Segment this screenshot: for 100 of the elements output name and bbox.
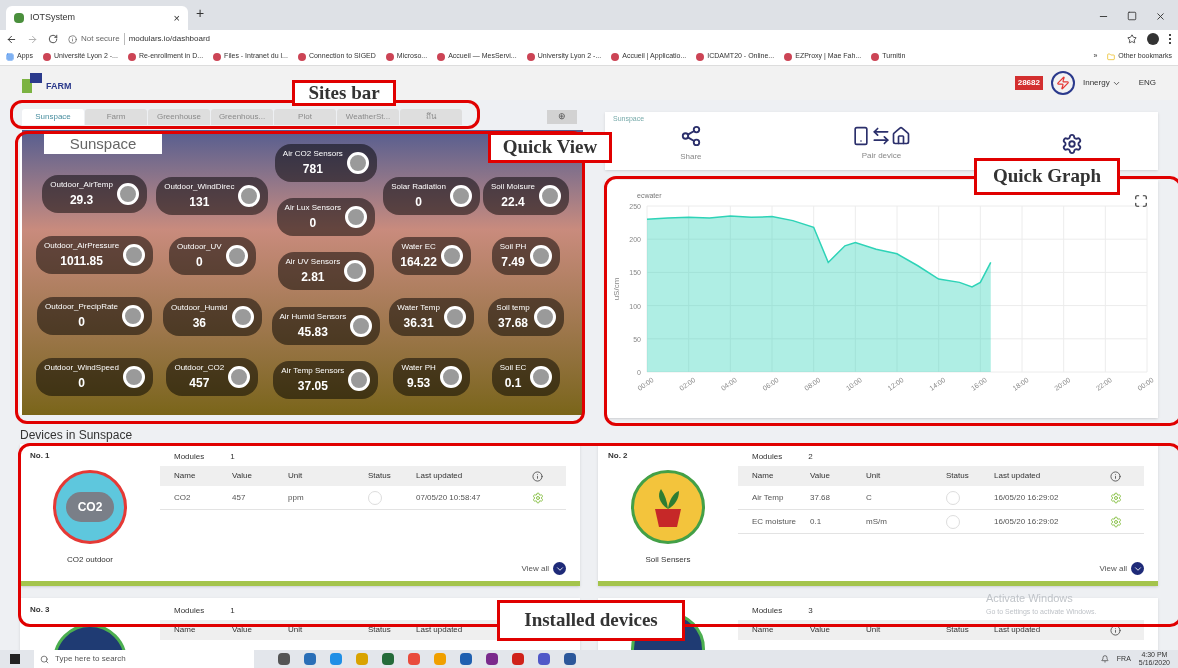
sensor-value: 29.3: [69, 192, 94, 210]
pair-device-icon: [851, 126, 912, 146]
favicon-icon: [42, 52, 51, 61]
back-icon[interactable]: [6, 33, 17, 45]
sensor-pill[interactable]: Outdoor_WindDirec 131: [156, 177, 269, 216]
tray-icon[interactable]: [1100, 655, 1109, 663]
sensor-pill[interactable]: Outdoor_PrecipRate 0: [37, 296, 153, 335]
modules-count: 3: [808, 605, 813, 617]
axis-label: uS/cm: [612, 277, 621, 301]
site-tab[interactable]: Sunspace: [22, 109, 84, 125]
sensor-value: 1011.85: [60, 253, 103, 271]
sensor-value: 0: [196, 254, 203, 272]
sensor-pill[interactable]: Outdoor_Humid 36: [163, 297, 262, 336]
sensor-label: Air UV Sensors: [285, 256, 341, 269]
taskbar-app-icon[interactable]: [564, 653, 576, 665]
language-selector[interactable]: ENG: [1138, 77, 1156, 89]
bookmark-star-icon[interactable]: [1127, 34, 1137, 44]
info-icon[interactable]: [532, 470, 543, 482]
sensor-pill[interactable]: Soil EC 0.1: [491, 357, 561, 396]
info-icon[interactable]: [1110, 470, 1121, 482]
sensor-label: Air CO2 Sensors: [282, 148, 343, 161]
device-name: CO2 outdoor: [67, 554, 113, 566]
taskbar-app-icon[interactable]: [330, 653, 342, 665]
favicon-icon: [297, 52, 306, 61]
sensor-pill[interactable]: Air CO2 Sensors 781: [274, 144, 377, 183]
apps-grid-icon: [6, 52, 14, 61]
sensor-pill[interactable]: Water PH 9.53: [393, 357, 470, 396]
sensor-pill[interactable]: Water EC 164.22: [392, 237, 471, 276]
search-icon: [40, 654, 49, 664]
sensor-pill[interactable]: Air UV Sensors 2.81: [277, 252, 375, 291]
modules-label: Modules: [752, 605, 783, 617]
taskbar-app-icon[interactable]: [408, 653, 420, 665]
sensor-pill[interactable]: Soil temp 37.68: [488, 297, 564, 336]
taskbar-search-field[interactable]: Type here to search: [34, 650, 254, 668]
favicon-icon: [784, 52, 793, 61]
taskbar-app-icon[interactable]: [382, 653, 394, 665]
column-header: Unit: [866, 624, 882, 636]
sensor-pill[interactable]: Soil PH 7.49: [491, 237, 561, 276]
column-header: Unit: [866, 470, 882, 482]
sensor-label: Soil Moisure: [491, 181, 535, 194]
sensor-pill[interactable]: Outdoor_AirTemp 29.3: [42, 175, 147, 214]
maximize-icon[interactable]: [1127, 11, 1137, 21]
column-header: Name: [174, 624, 197, 636]
column-header: Last updated: [416, 470, 464, 482]
taskbar-app-icon[interactable]: [538, 653, 550, 665]
taskbar-app-icon[interactable]: [460, 653, 472, 665]
annotation-label: Installed devices: [497, 600, 685, 641]
sensor-pill[interactable]: Outdoor_UV 0: [169, 237, 256, 276]
new-tab-button[interactable]: +: [196, 3, 205, 24]
favicon-icon: [127, 52, 136, 61]
column-header: Last updated: [416, 624, 464, 636]
gauge-icon: [231, 305, 254, 328]
gauge-icon: [346, 152, 369, 175]
sensor-label: Soil PH: [499, 241, 527, 254]
close-icon[interactable]: [1155, 11, 1166, 22]
browser-tab[interactable]: IOTSystem ×: [6, 6, 188, 30]
view-all-link[interactable]: View all: [1099, 562, 1127, 575]
sensor-pill[interactable]: Outdoor_AirPressure 1011.85: [36, 236, 154, 275]
annotation-label: Quick View: [488, 132, 612, 163]
column-header: Name: [752, 470, 775, 482]
profile-avatar[interactable]: [1147, 33, 1159, 45]
reload-icon[interactable]: [48, 34, 58, 44]
view-all-link[interactable]: View all: [521, 562, 549, 575]
taskbar-app-icon[interactable]: [512, 653, 524, 665]
sensor-value: 36.31: [403, 314, 434, 332]
sensor-pill[interactable]: Air Lux Sensors 0: [276, 198, 376, 237]
taskbar-app-icon[interactable]: [278, 653, 290, 665]
sensor-pill[interactable]: Water Temp 36.31: [389, 297, 474, 336]
gauge-icon: [122, 365, 145, 388]
sensor-value: 0: [415, 194, 422, 212]
sensor-pill[interactable]: Solar Radiation 0: [383, 177, 480, 216]
taskbar-app-icon[interactable]: [486, 653, 498, 665]
device-number: No. 2: [608, 450, 628, 462]
gauge-icon: [228, 365, 251, 388]
fullscreen-icon[interactable]: [1134, 194, 1148, 208]
expand-icon[interactable]: [553, 562, 566, 575]
menu-icon[interactable]: [1169, 34, 1172, 44]
info-icon[interactable]: [68, 34, 77, 44]
device-name: Soil Sensers: [645, 554, 691, 566]
expand-icon[interactable]: [1131, 562, 1144, 575]
info-icon[interactable]: [1110, 624, 1121, 636]
sensor-pill[interactable]: Outdoor_CO2 457: [166, 357, 259, 396]
sensor-pill[interactable]: Air Humid Sensors 45.83: [271, 306, 381, 345]
app-logo[interactable]: FARM: [22, 73, 72, 93]
action-button[interactable]: Pair device: [851, 120, 912, 162]
add-site-button[interactable]: ⊕: [547, 110, 577, 124]
favicon-icon: [526, 52, 535, 61]
sensor-pill[interactable]: Soil Moisure 22.4: [483, 177, 569, 216]
user-menu[interactable]: Innergy: [1082, 77, 1121, 89]
sensor-pill[interactable]: Air Temp Sensors 37.05: [273, 360, 379, 399]
action-button[interactable]: Share: [679, 119, 702, 163]
close-tab-button[interactable]: ×: [173, 9, 180, 27]
address-field[interactable]: Not secure modulars.io/dashboard: [68, 33, 211, 45]
sensor-pill[interactable]: Outdoor_WindSpeed 0: [36, 357, 153, 396]
sensor-value: 781: [302, 161, 323, 179]
sensor-value: 0: [309, 215, 317, 233]
windows-start-icon[interactable]: [10, 654, 20, 664]
sensor-value: 45.83: [297, 323, 328, 341]
taskbar-app-icon[interactable]: [304, 653, 316, 665]
gauge-icon: [533, 305, 556, 328]
